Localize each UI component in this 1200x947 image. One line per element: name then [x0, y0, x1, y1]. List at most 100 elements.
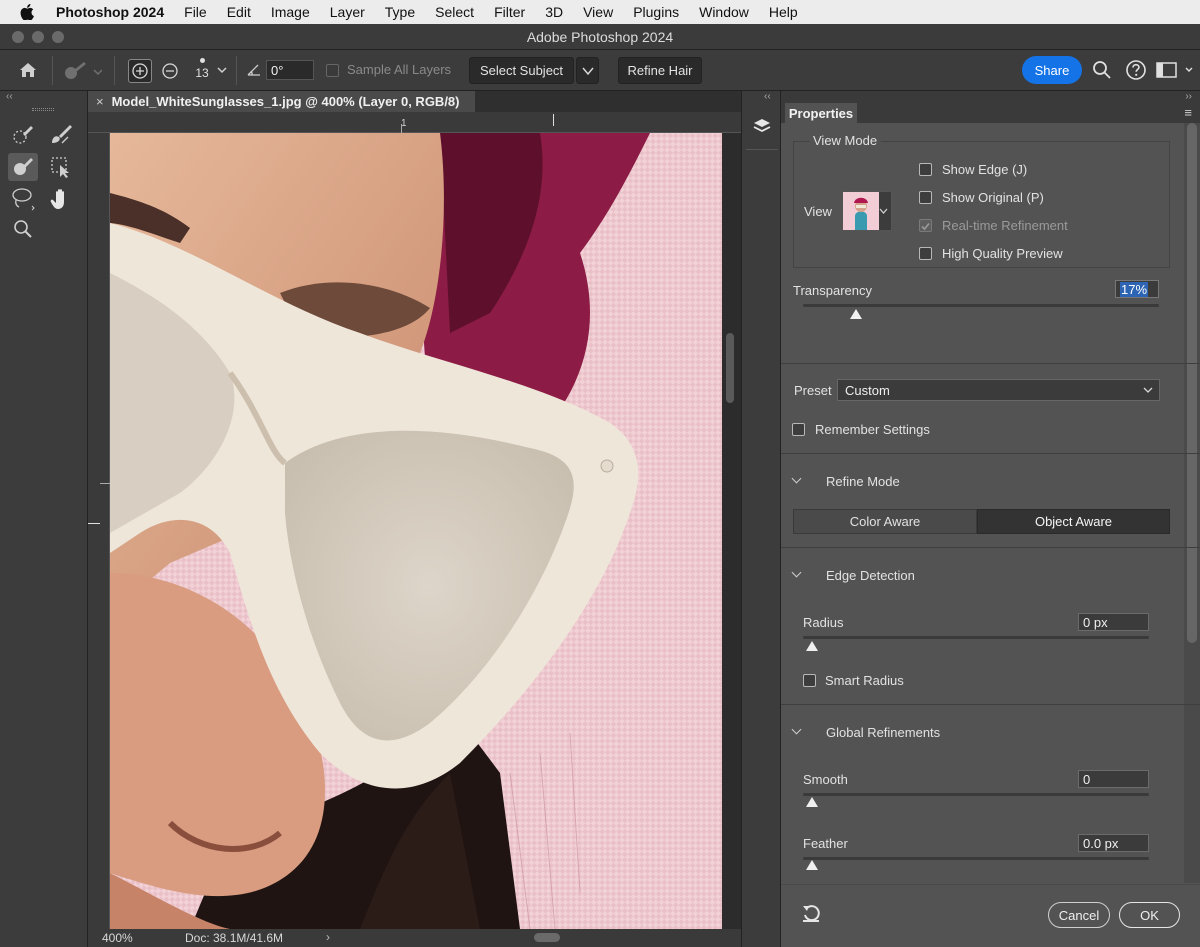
angle-icon: [246, 62, 262, 81]
refine-mode-collapse-icon[interactable]: [791, 473, 802, 484]
color-aware-button[interactable]: Color Aware: [793, 509, 977, 534]
feather-label: Feather: [803, 836, 848, 851]
subtract-from-selection-icon[interactable]: [158, 59, 182, 83]
quick-selection-tool-icon[interactable]: [8, 121, 38, 149]
brush-tool-icon[interactable]: [8, 153, 38, 181]
remember-settings-label: Remember Settings: [815, 422, 930, 437]
app-name-menu[interactable]: Photoshop 2024: [56, 4, 164, 20]
feather-input[interactable]: 0.0 px: [1078, 834, 1149, 852]
search-icon[interactable]: [1092, 60, 1112, 83]
radius-input[interactable]: 0 px: [1078, 613, 1149, 631]
refine-edge-brush-tool-icon[interactable]: [46, 121, 76, 149]
collapse-panel-icon[interactable]: ››: [1185, 91, 1192, 102]
zoom-level[interactable]: 400%: [102, 931, 133, 945]
smooth-slider-track[interactable]: [803, 793, 1149, 796]
workspace-icon[interactable]: [1156, 61, 1196, 82]
menu-window[interactable]: Window: [699, 4, 749, 20]
document-canvas[interactable]: [110, 133, 722, 929]
menu-plugins[interactable]: Plugins: [633, 4, 679, 20]
menu-view[interactable]: View: [583, 4, 613, 20]
horizontal-ruler[interactable]: 1: [88, 112, 741, 133]
transparency-input[interactable]: 17%: [1115, 280, 1159, 298]
refine-brush-preset-icon[interactable]: [62, 60, 103, 85]
menu-file[interactable]: File: [184, 4, 207, 20]
menu-filter[interactable]: Filter: [494, 4, 525, 20]
menu-help[interactable]: Help: [769, 4, 798, 20]
select-subject-menu-button[interactable]: [576, 57, 599, 84]
divider: [236, 56, 237, 85]
status-menu-chevron-icon[interactable]: ›: [326, 930, 330, 944]
refine-hair-button[interactable]: Refine Hair: [618, 57, 702, 84]
panel-scrollbar[interactable]: [1184, 123, 1200, 883]
transparency-slider-thumb[interactable]: [850, 309, 863, 319]
tools-panel: ‹‹: [0, 91, 88, 947]
remember-settings-checkbox[interactable]: [792, 423, 805, 436]
home-icon[interactable]: [17, 59, 39, 84]
document-tab[interactable]: × Model_WhiteSunglasses_1.jpg @ 400% (La…: [88, 91, 475, 112]
window-zoom-button[interactable]: [52, 31, 64, 43]
ok-button[interactable]: OK: [1119, 902, 1180, 928]
menu-layer[interactable]: Layer: [330, 4, 365, 20]
view-mode-picker[interactable]: [842, 191, 892, 231]
angle-input[interactable]: 0°: [266, 60, 314, 80]
horizontal-scrollbar-thumb[interactable]: [534, 933, 560, 942]
status-bar: 400% Doc: 38.1M/41.6M ›: [88, 929, 741, 947]
global-refinements-collapse-icon[interactable]: [791, 724, 802, 735]
layers-panel-icon[interactable]: [749, 113, 775, 139]
smooth-slider-thumb[interactable]: [806, 797, 818, 807]
window-close-button[interactable]: [12, 31, 24, 43]
collapse-toolbar-icon[interactable]: ‹‹: [6, 91, 13, 102]
share-button[interactable]: Share: [1022, 56, 1082, 84]
select-subject-button[interactable]: Select Subject: [469, 57, 574, 84]
show-edge-checkbox[interactable]: [919, 163, 932, 176]
transparency-slider-track[interactable]: [803, 304, 1159, 307]
menu-select[interactable]: Select: [435, 4, 474, 20]
smooth-input[interactable]: 0: [1078, 770, 1149, 788]
checkmark-icon: [921, 222, 930, 231]
cancel-button[interactable]: Cancel: [1048, 902, 1110, 928]
vertical-ruler[interactable]: [88, 133, 110, 929]
menu-image[interactable]: Image: [271, 4, 310, 20]
lasso-tool-icon[interactable]: [8, 185, 38, 213]
document-size-info[interactable]: Doc: 38.1M/41.6M: [185, 931, 283, 945]
object-aware-label: Object Aware: [1034, 514, 1113, 529]
menu-edit[interactable]: Edit: [227, 4, 251, 20]
panel-menu-icon[interactable]: ≡: [1184, 105, 1192, 120]
zoom-tool-icon[interactable]: [8, 215, 38, 243]
feather-slider-thumb[interactable]: [806, 860, 818, 870]
chevron-down-icon[interactable]: [216, 63, 228, 78]
apple-menu-icon[interactable]: [18, 3, 36, 21]
divider: [781, 547, 1200, 548]
grip-icon[interactable]: [32, 108, 54, 111]
high-quality-preview-checkbox[interactable]: [919, 247, 932, 260]
hand-tool-icon[interactable]: [46, 185, 76, 213]
radius-slider-track[interactable]: [803, 636, 1149, 639]
photo-preview: [110, 133, 722, 929]
menu-3d[interactable]: 3D: [545, 4, 563, 20]
brush-size-picker[interactable]: 13: [192, 56, 212, 80]
ruler-tick: [100, 483, 110, 484]
smart-radius-checkbox[interactable]: [803, 674, 816, 687]
add-to-selection-icon[interactable]: [128, 59, 152, 83]
object-aware-button[interactable]: Object Aware: [977, 509, 1170, 534]
collapse-dock-icon[interactable]: ‹‹: [764, 91, 771, 102]
feather-slider-track[interactable]: [803, 857, 1149, 860]
edge-detection-collapse-icon[interactable]: [791, 567, 802, 578]
realtime-refinement-checkbox[interactable]: [919, 219, 932, 232]
tab-properties[interactable]: Properties: [785, 103, 857, 123]
canvas-vertical-scrollbar[interactable]: [722, 133, 741, 929]
radius-slider-thumb[interactable]: [806, 641, 818, 651]
scrollbar-thumb[interactable]: [726, 333, 734, 403]
transparency-value: 17%: [1120, 281, 1149, 297]
object-selection-tool-icon[interactable]: [46, 153, 76, 181]
panel-scrollbar-thumb[interactable]: [1187, 123, 1197, 643]
window-minimize-button[interactable]: [32, 31, 44, 43]
sample-all-layers-checkbox[interactable]: [326, 64, 339, 77]
help-icon[interactable]: [1125, 59, 1147, 84]
show-original-checkbox[interactable]: [919, 191, 932, 204]
preset-dropdown[interactable]: Custom: [837, 379, 1160, 401]
reset-icon[interactable]: [801, 904, 823, 927]
menu-type[interactable]: Type: [385, 4, 415, 20]
document-tab-title: Model_WhiteSunglasses_1.jpg @ 400% (Laye…: [111, 94, 460, 109]
close-document-icon[interactable]: ×: [96, 94, 104, 109]
